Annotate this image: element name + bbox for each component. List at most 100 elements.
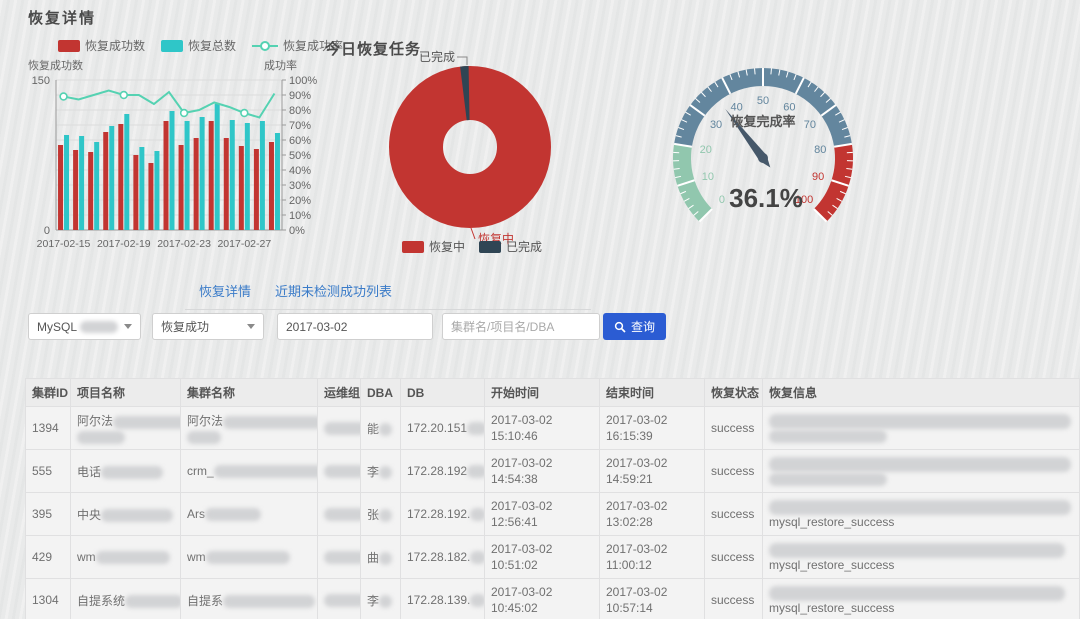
- chevron-down-icon: [247, 324, 255, 329]
- cell-start-time: 2017-03-0210:51:02: [485, 536, 600, 579]
- bar-success: [179, 145, 184, 230]
- cell-status: success: [705, 450, 763, 493]
- cell-info: mysql_restore_success: [763, 579, 1080, 619]
- cell-info: [763, 407, 1080, 450]
- callout-label-top: 已完成: [419, 49, 455, 64]
- search-button-label: 查询: [631, 318, 655, 335]
- redacted-text: [101, 466, 163, 479]
- gauge-tick-label: 70: [804, 119, 816, 131]
- bar-success: [269, 142, 274, 230]
- redacted-text: [470, 594, 484, 607]
- cell-db: 172.28.192: [401, 450, 485, 493]
- bar-success: [224, 138, 229, 230]
- redacted-text: [769, 430, 887, 443]
- redacted-text: [379, 466, 392, 479]
- cell-info: [763, 450, 1080, 493]
- pie-legend-item-recovering[interactable]: 恢复中: [402, 238, 465, 255]
- legend-swatch-red: [58, 40, 80, 52]
- combo-bar-line-chart: 15000%10%20%30%40%50%60%70%80%90%100%201…: [16, 70, 326, 254]
- cell-project-name: 电话: [71, 450, 181, 493]
- redacted-text: [769, 414, 1071, 429]
- redacted-text: [214, 465, 318, 478]
- redacted-text: [324, 422, 361, 435]
- bar-success: [73, 150, 78, 230]
- bar-success: [88, 152, 93, 230]
- cell-ops-group: [318, 450, 361, 493]
- y-tick-label: 20%: [289, 195, 311, 207]
- table-row[interactable]: 429wmwm曲172.28.182.2017-03-0210:51:02201…: [26, 536, 1080, 579]
- line-marker: [120, 92, 127, 99]
- table-row[interactable]: 1394阿尔法阿尔法能172.20.1512017-03-0215:10:462…: [26, 407, 1080, 450]
- legend-item-success[interactable]: 恢复成功数: [58, 37, 145, 54]
- bar-success: [133, 155, 138, 230]
- redacted-text: [379, 552, 392, 565]
- redacted-text: [379, 423, 392, 436]
- cell-start-time: 2017-03-0215:10:46: [485, 407, 600, 450]
- today-tasks-pie-chart: 已完成恢复中: [360, 45, 590, 250]
- legend-item-total[interactable]: 恢复总数: [161, 37, 236, 54]
- bar-success: [164, 121, 169, 230]
- column-header: 项目名称: [71, 379, 181, 407]
- pie-swatch-navy: [479, 241, 501, 253]
- gauge-value: 36.1%: [729, 183, 803, 213]
- cell-cluster-id: 429: [26, 536, 71, 579]
- legend-label: 恢复总数: [188, 37, 236, 54]
- redacted-text: [324, 465, 361, 478]
- cell-ops-group: [318, 579, 361, 619]
- cell-start-time: 2017-03-0214:54:38: [485, 450, 600, 493]
- y-tick-label: 150: [32, 75, 50, 87]
- keyword-input[interactable]: [442, 313, 600, 340]
- bar-success: [103, 132, 108, 230]
- y-tick-label: 50%: [289, 150, 311, 162]
- gauge-tick-label: 0: [719, 194, 725, 206]
- page-title: 恢复详情: [28, 7, 96, 28]
- column-header: DB: [401, 379, 485, 407]
- bar-total: [275, 133, 280, 230]
- legend-swatch-teal: [161, 40, 183, 52]
- tab-bar: 恢复详情 近期未检测成功列表: [185, 281, 591, 310]
- column-header: 结束时间: [600, 379, 705, 407]
- search-button[interactable]: 查询: [603, 313, 666, 340]
- tab-recent-undetected[interactable]: 近期未检测成功列表: [275, 281, 392, 300]
- cell-project-name: 阿尔法: [71, 407, 181, 450]
- pie-legend-item-done[interactable]: 已完成: [479, 238, 542, 255]
- table-row[interactable]: 1304自提系统自提系李172.28.139.2017-03-0210:45:0…: [26, 579, 1080, 619]
- redacted-text: [470, 508, 484, 521]
- status-select[interactable]: 恢复成功: [152, 313, 264, 340]
- redacted-text: [769, 543, 1065, 558]
- gauge-tick-label: 50: [757, 95, 769, 107]
- redacted-text: [223, 595, 315, 608]
- cell-cluster-id: 1394: [26, 407, 71, 450]
- gauge-tick-label: 90: [812, 171, 824, 183]
- db-type-select[interactable]: MySQL: [28, 313, 141, 340]
- bar-total: [200, 117, 205, 230]
- x-tick-label: 2017-02-27: [217, 238, 271, 250]
- redacted-text: [96, 551, 170, 564]
- recovery-table: 集群ID项目名称集群名称运维组DBADB开始时间结束时间恢复状态恢复信息 139…: [25, 378, 1080, 619]
- gauge-tick: [755, 68, 756, 74]
- tab-recovery-detail[interactable]: 恢复详情: [199, 281, 251, 300]
- redacted-text: [379, 595, 392, 608]
- redacted-text: [769, 500, 1071, 515]
- redacted-text: [125, 595, 180, 608]
- cell-project-name: wm: [71, 536, 181, 579]
- table-row[interactable]: 395中央Ars张172.28.192.2017-03-0212:56:4120…: [26, 493, 1080, 536]
- redacted-text: [467, 465, 484, 478]
- bar-total: [94, 142, 99, 230]
- date-input[interactable]: [277, 313, 433, 340]
- cell-db: 172.28.139.: [401, 579, 485, 619]
- status-value: 恢复成功: [161, 318, 209, 335]
- column-header: 集群名称: [181, 379, 318, 407]
- cell-cluster-name: crm_: [181, 450, 318, 493]
- redacted-text: [113, 416, 180, 429]
- redacted-text: [379, 509, 392, 522]
- gauge-title: 恢复完成率: [730, 114, 795, 129]
- cell-project-name: 中央: [71, 493, 181, 536]
- table-header-row: 集群ID项目名称集群名称运维组DBADB开始时间结束时间恢复状态恢复信息: [26, 379, 1080, 407]
- column-header: 运维组: [318, 379, 361, 407]
- cell-status: success: [705, 407, 763, 450]
- gauge-tick: [771, 68, 772, 74]
- completion-rate-gauge: 0102030405060708090100恢复完成率36.1%: [653, 50, 878, 242]
- table-row[interactable]: 555电话crm_李172.28.1922017-03-0214:54:3820…: [26, 450, 1080, 493]
- column-header: 恢复状态: [705, 379, 763, 407]
